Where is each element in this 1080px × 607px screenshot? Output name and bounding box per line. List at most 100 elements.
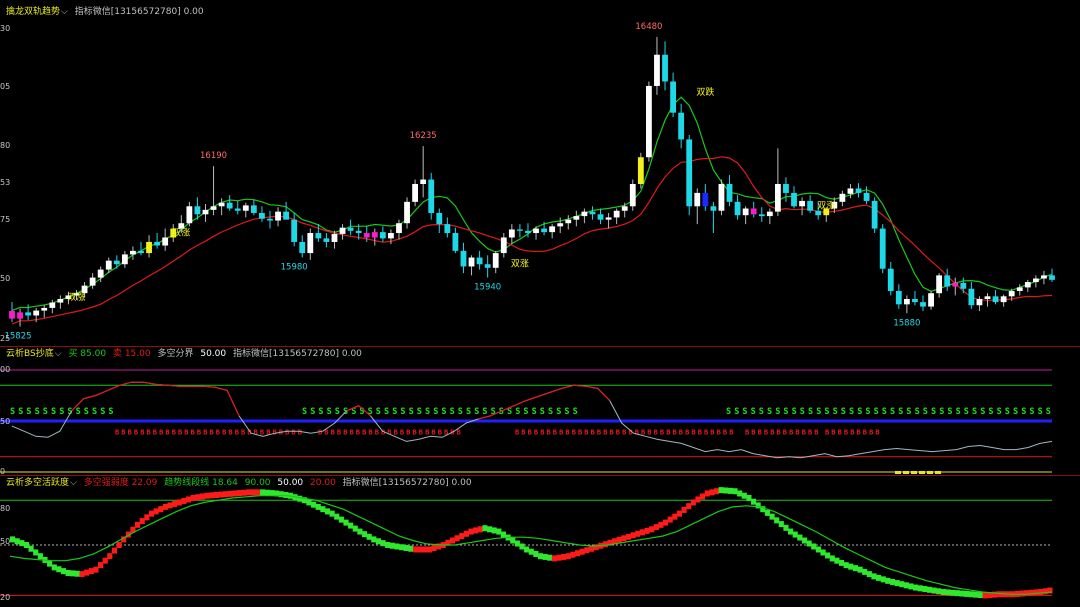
activity-step-block <box>825 552 831 559</box>
buy-signal-glyph: B <box>685 428 689 436</box>
sell-signal-glyph: S <box>10 407 15 417</box>
sell-signal-glyph: S <box>923 407 928 417</box>
buy-signal-glyph: B <box>540 428 544 436</box>
activity-step-block <box>278 491 284 498</box>
activity-step-block <box>403 544 409 551</box>
candle-body <box>654 54 660 86</box>
sell-signal-glyph: S <box>441 407 446 417</box>
candle-body <box>299 241 306 254</box>
activity-step-block <box>977 592 984 599</box>
price-extreme-label: 16235 <box>410 131 437 141</box>
candle-body <box>121 254 128 265</box>
buy-signal-glyph: B <box>745 428 749 436</box>
sell-signal-glyph: S <box>956 407 961 417</box>
candle-body <box>645 85 652 158</box>
buy-signal-glyph: B <box>603 428 607 436</box>
sell-signal-glyph: S <box>92 407 97 417</box>
buy-signal-glyph: B <box>178 428 182 436</box>
activity-step-block <box>1042 588 1048 595</box>
sell-signal-glyph: S <box>392 407 397 417</box>
sell-signal-glyph: S <box>833 407 838 417</box>
buy-signal-glyph: B <box>723 428 727 436</box>
candle-body <box>146 241 152 254</box>
candle-body <box>968 288 975 306</box>
bs-indicator-panel[interactable]: SSSSSSSSSSSSSSSSSSSSSSSSSSSSSSSSSSSSSSSS… <box>0 346 1080 476</box>
activity-step-block <box>547 554 553 561</box>
activity-step-block <box>746 494 752 501</box>
buy-signal-glyph: B <box>666 428 670 436</box>
activity-step-block <box>79 571 85 578</box>
chevron-down-icon[interactable]: ⌵ <box>61 7 68 17</box>
activity-step-block <box>723 487 729 494</box>
candle-body <box>863 192 870 201</box>
activity-indicator-panel[interactable]: 云析多空活跃度⌵ 多空强弱度 22.09 趋势线段线 18.64 90.00 5… <box>0 475 1080 607</box>
main-candlestick-panel[interactable]: 16190 16235 16480 15880 15940 15980 15825 双涨 双涨双… <box>0 0 1080 346</box>
candle-body <box>355 230 362 234</box>
buy-signal-glyph: B <box>356 428 360 436</box>
chevron-down-icon[interactable]: ⌵ <box>70 478 77 488</box>
activity-step-block <box>84 569 90 576</box>
candle-body <box>839 193 846 202</box>
candle-body <box>1049 275 1055 280</box>
activity-step-block <box>449 537 456 544</box>
candle-body <box>976 298 983 306</box>
activity-step-block <box>857 566 863 573</box>
activity-step-block <box>190 494 196 501</box>
activity-step-block <box>926 586 933 593</box>
activity-step-block <box>88 568 94 575</box>
candle-body <box>879 228 886 269</box>
buy-signal-glyph: B <box>291 428 295 436</box>
activity-step-block <box>876 574 882 581</box>
candle-body <box>291 219 298 242</box>
candle-body <box>113 260 120 265</box>
activity-step-block <box>324 508 331 515</box>
candle-body <box>259 212 265 219</box>
candle-body <box>670 81 676 113</box>
chevron-down-icon[interactable]: ⌵ <box>55 349 62 359</box>
buy-signal-glyph: B <box>350 428 354 436</box>
double-signal-label: 双涨 <box>817 201 835 212</box>
candle-body <box>242 205 249 211</box>
buy-signal-glyph: B <box>635 428 639 436</box>
activity-step-block <box>635 530 641 537</box>
activity-step-block <box>167 502 173 509</box>
buy-signal-glyph: B <box>838 428 842 436</box>
activity-step-block <box>111 547 118 554</box>
candle-body <box>250 205 257 213</box>
buy-signal-glyph: B <box>729 428 733 436</box>
buy-signal-glyph: B <box>228 428 232 436</box>
activity-step-block <box>658 521 664 528</box>
sell-signal-glyph: S <box>1013 407 1018 417</box>
candle-body <box>525 230 531 234</box>
activity-step-block <box>838 559 845 566</box>
activity-step-block <box>496 528 502 535</box>
activity-step-block <box>477 526 483 533</box>
sell-signal-glyph: S <box>474 407 479 417</box>
activity-step-block <box>422 546 428 553</box>
candle-body <box>315 233 322 239</box>
activity-step-block <box>371 536 377 543</box>
activity-step-block <box>385 542 391 548</box>
sell-signal-glyph: S <box>302 407 307 417</box>
bs-indicator-note: 指标微信[13156572780] 0.00 <box>233 349 362 359</box>
activity-step-block <box>727 487 733 494</box>
activity-step-block <box>241 489 247 496</box>
candle-body <box>952 282 959 287</box>
candle-body <box>428 179 435 213</box>
bs-indicator-name[interactable]: 云析BS抄底 <box>6 349 54 359</box>
activity-indicator-note: 指标微信[13156572780] 0.00 <box>342 478 472 488</box>
buy-signal-glyph: B <box>159 428 163 436</box>
main-indicator-name[interactable]: 擒龙双轨趋势 <box>6 7 60 17</box>
activity-step-block <box>537 553 544 560</box>
activity-step-block <box>519 543 525 550</box>
buy-signal-glyph: B <box>438 428 442 436</box>
activity-step-block <box>899 581 905 588</box>
candle-body <box>533 228 539 234</box>
y-tick: 20 <box>0 593 11 602</box>
activity-step-block <box>97 562 104 569</box>
sell-signal-glyph: S <box>1021 407 1026 417</box>
sell-signal-glyph: S <box>335 407 340 417</box>
buy-signal-glyph: B <box>578 428 582 436</box>
candle-body <box>105 260 112 270</box>
activity-indicator-name[interactable]: 云析多空活跃度 <box>6 478 69 488</box>
